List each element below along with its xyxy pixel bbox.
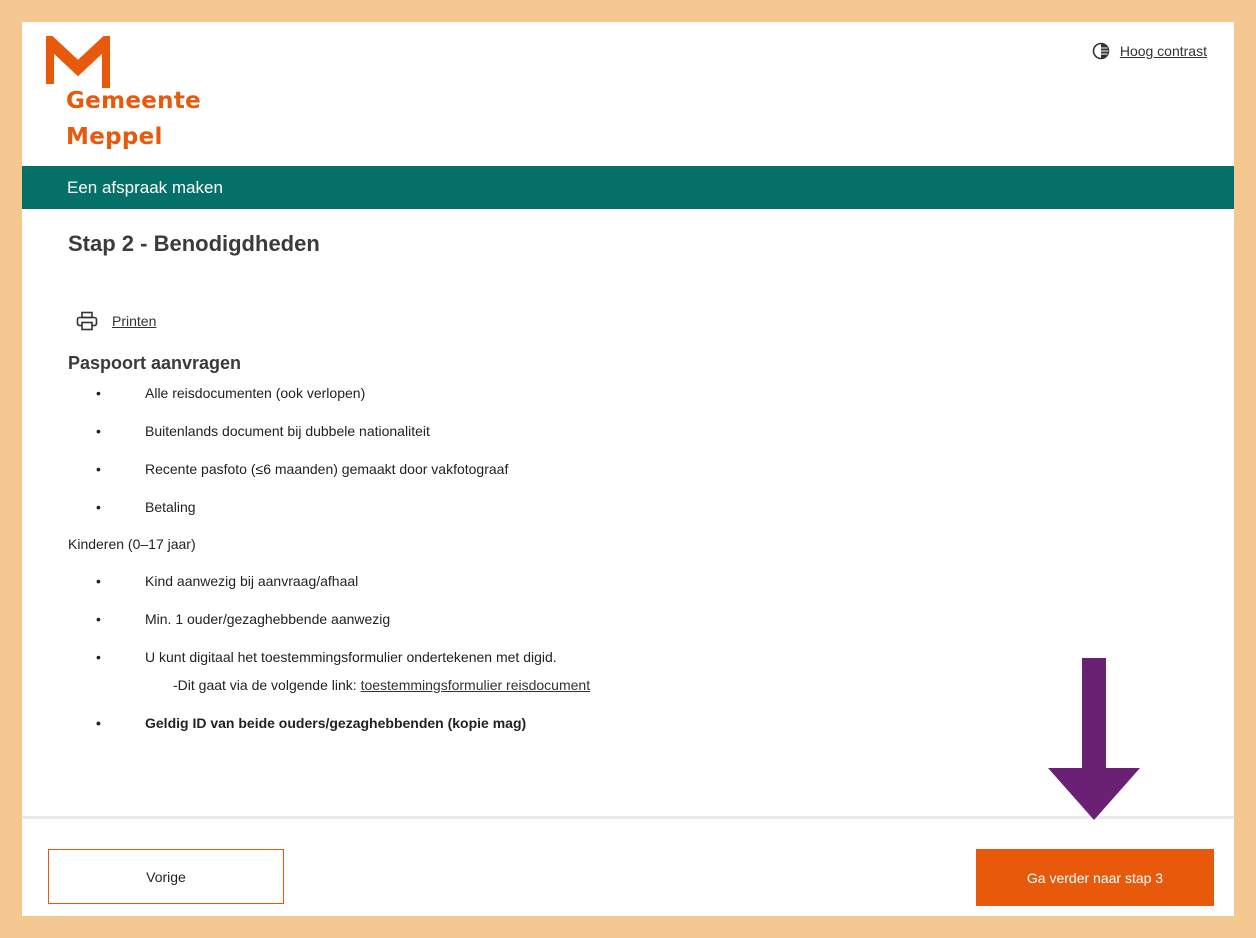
down-arrow-icon bbox=[1048, 658, 1140, 820]
list-item: Buitenlands document bij dubbele nationa… bbox=[68, 422, 1234, 440]
header: Gemeente Meppel Hoog contrast bbox=[22, 22, 1234, 166]
list-item: Min. 1 ouder/gezaghebbende aanwezig bbox=[68, 610, 1234, 628]
section-title: Paspoort aanvragen bbox=[68, 353, 242, 373]
contrast-toggle[interactable]: Hoog contrast bbox=[1092, 42, 1207, 60]
list-item: Recente pasfoto (≤6 maanden) gemaakt doo… bbox=[68, 460, 1234, 478]
print-action[interactable]: Printen bbox=[76, 311, 1234, 331]
link-prefix: -Dit gaat via de volgende link: bbox=[173, 677, 357, 693]
previous-button[interactable]: Vorige bbox=[48, 849, 284, 904]
list-item: Kind aanwezig bij aanvraag/afhaal bbox=[68, 572, 1234, 590]
banner-title: Een afspraak maken bbox=[67, 177, 223, 197]
print-link[interactable]: Printen bbox=[112, 313, 156, 329]
contrast-icon bbox=[1092, 42, 1110, 60]
printer-icon bbox=[76, 311, 98, 331]
main-content: Stap 2 - Benodigdheden Printen Paspoort … bbox=[22, 231, 1234, 732]
logo[interactable]: Gemeente Meppel bbox=[46, 36, 236, 156]
page-title: Stap 2 - Benodigdheden bbox=[68, 231, 320, 256]
requirements-list: Alle reisdocumenten (ook verlopen) Buite… bbox=[68, 384, 1234, 516]
logo-text-meppel: Meppel bbox=[66, 124, 163, 150]
next-step-button[interactable]: Ga verder naar stap 3 bbox=[976, 849, 1214, 906]
digid-text: U kunt digitaal het toestemmingsformulie… bbox=[145, 649, 557, 665]
logo-text-gemeente: Gemeente bbox=[66, 88, 202, 114]
kids-heading: Kinderen (0–17 jaar) bbox=[68, 536, 196, 552]
list-item: Alle reisdocumenten (ook verlopen) bbox=[68, 384, 1234, 402]
page-banner: Een afspraak maken bbox=[22, 166, 1234, 209]
page: Gemeente Meppel Hoog contrast Een afspra… bbox=[22, 22, 1234, 916]
contrast-link[interactable]: Hoog contrast bbox=[1120, 43, 1207, 59]
list-item: Betaling bbox=[68, 498, 1234, 516]
logo-m-icon bbox=[46, 36, 110, 88]
footer-actions: Vorige Ga verder naar stap 3 bbox=[22, 816, 1234, 916]
permission-form-link[interactable]: toestemmingsformulier reisdocument bbox=[361, 677, 591, 693]
